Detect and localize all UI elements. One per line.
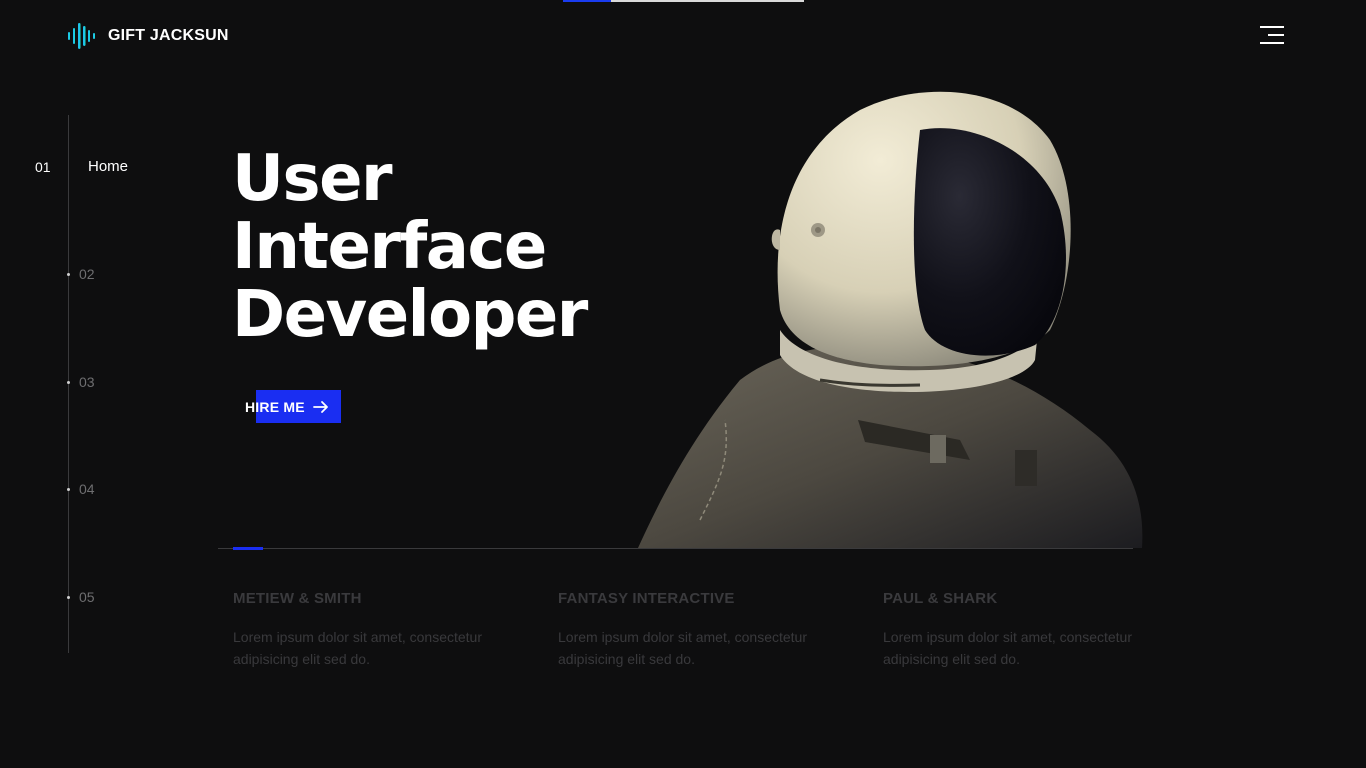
- hero-title-line: User: [232, 142, 393, 216]
- client-card: PAUL & SHARK Lorem ipsum dolor sit amet,…: [883, 590, 1183, 670]
- hire-me-label: HIRE ME: [245, 398, 305, 415]
- astronaut-helmet-image: [638, 91, 1143, 548]
- client-name: METIEW & SMITH: [233, 590, 362, 607]
- client-description: Lorem ipsum dolor sit amet, consectetur …: [233, 629, 482, 667]
- side-nav-number: 05: [79, 589, 95, 605]
- side-nav-number: 04: [79, 481, 95, 497]
- side-nav-item-03[interactable]: 03: [0, 372, 180, 392]
- side-nav-item-05[interactable]: 05: [0, 587, 180, 607]
- side-nav-item-02[interactable]: 02: [0, 264, 180, 284]
- side-nav-number: 01: [35, 159, 51, 175]
- side-nav-item-04[interactable]: 04: [0, 479, 180, 499]
- client-card: METIEW & SMITH Lorem ipsum dolor sit ame…: [233, 590, 533, 670]
- top-slide-progress-fill: [563, 0, 612, 2]
- side-nav-dot: [67, 596, 70, 599]
- client-name: PAUL & SHARK: [883, 590, 998, 607]
- sound-wave-icon: [68, 23, 95, 49]
- top-slide-progress: [563, 0, 804, 2]
- side-nav-label: Home: [88, 158, 129, 175]
- arrow-right-icon: [312, 400, 328, 413]
- client-description: Lorem ipsum dolor sit amet, consectetur …: [558, 629, 807, 667]
- hero-title-line: Interface: [232, 210, 547, 284]
- side-nav-dot: [67, 488, 70, 491]
- brand-logo[interactable]: GIFT JACKSUN: [68, 22, 229, 50]
- section-divider: [218, 548, 1133, 549]
- client-name: FANTASY INTERACTIVE: [558, 590, 735, 607]
- hamburger-menu-icon[interactable]: [1260, 26, 1284, 44]
- client-description: Lorem ipsum dolor sit amet, consectetur …: [883, 629, 1132, 667]
- side-nav-dot: [67, 273, 70, 276]
- hire-me-button[interactable]: HIRE ME: [245, 390, 329, 423]
- side-nav-dot: [67, 381, 70, 384]
- hero-title-line: Developer: [232, 278, 588, 352]
- section-divider-accent: [233, 547, 263, 550]
- side-nav-number: 03: [79, 374, 95, 390]
- side-nav-number: 02: [79, 266, 95, 282]
- side-nav-item-01[interactable]: 01 Home: [0, 157, 180, 177]
- hero-title: User Interface Developer: [232, 142, 588, 352]
- brand-name: GIFT JACKSUN: [108, 27, 229, 44]
- client-card: FANTASY INTERACTIVE Lorem ipsum dolor si…: [558, 590, 858, 670]
